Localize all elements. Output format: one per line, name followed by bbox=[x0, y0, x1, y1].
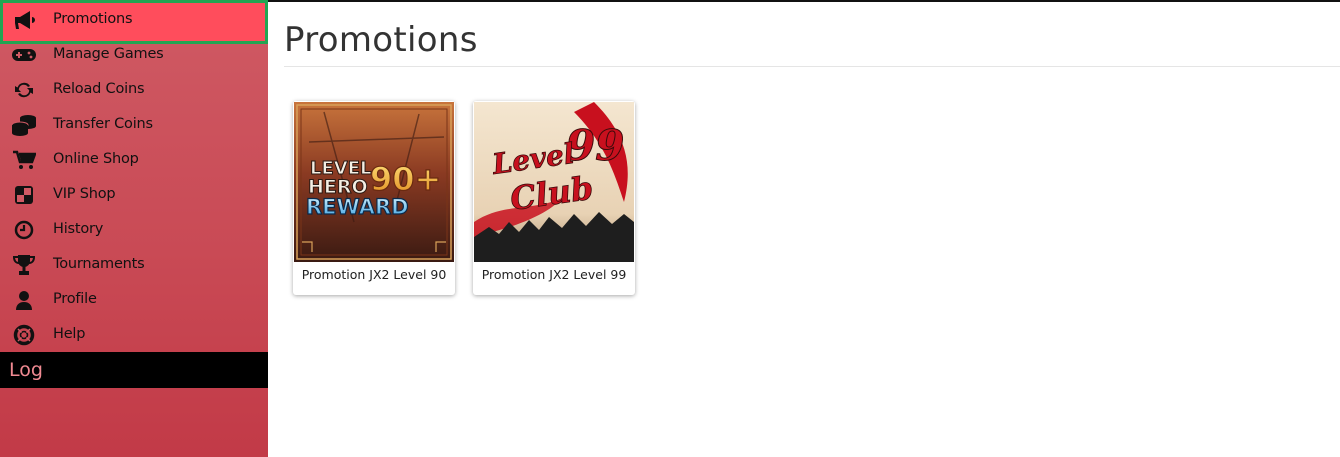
clock-icon bbox=[11, 218, 37, 242]
sidebar: Promotions Manage Games Reload Coins Tra… bbox=[0, 0, 268, 457]
sidebar-item-label: Tournaments bbox=[53, 256, 145, 272]
trophy-icon bbox=[11, 253, 37, 277]
shopping-cart-icon bbox=[11, 148, 37, 172]
page-title: Promotions bbox=[284, 20, 478, 60]
sidebar-item-label: History bbox=[53, 221, 104, 237]
sidebar-item-label: VIP Shop bbox=[53, 186, 116, 202]
sidebar-item-label: Online Shop bbox=[53, 151, 139, 167]
sidebar-item-label: Profile bbox=[53, 291, 97, 307]
sidebar-item-history[interactable]: History bbox=[0, 212, 268, 247]
megaphone-icon bbox=[11, 8, 37, 32]
user-icon bbox=[11, 288, 37, 312]
promotion-card-level-90[interactable]: LEVEL HERO 90+ REWARD Promotion JX2 Leve… bbox=[293, 101, 455, 295]
refresh-icon bbox=[11, 78, 37, 102]
sidebar-item-manage-games[interactable]: Manage Games bbox=[0, 37, 268, 72]
card-caption: Promotion JX2 Level 99 bbox=[481, 267, 627, 282]
promotion-card-level-99[interactable]: 99 Level Club Promotion JX2 Level 99 bbox=[473, 101, 635, 295]
life-ring-icon bbox=[11, 323, 37, 347]
title-divider bbox=[284, 66, 1340, 67]
promotion-image-level-99: 99 Level Club bbox=[474, 102, 634, 262]
coins-icon bbox=[11, 113, 37, 137]
sidebar-item-transfer-coins[interactable]: Transfer Coins bbox=[0, 107, 268, 142]
sidebar-item-label: Promotions bbox=[53, 11, 133, 27]
image-text-number: 90+ bbox=[370, 160, 441, 198]
log-label: Log bbox=[9, 359, 43, 381]
checkered-square-icon bbox=[11, 183, 37, 207]
sidebar-item-label: Transfer Coins bbox=[53, 116, 153, 132]
top-border bbox=[268, 0, 1340, 2]
sidebar-item-profile[interactable]: Profile bbox=[0, 282, 268, 317]
sidebar-item-online-shop[interactable]: Online Shop bbox=[0, 142, 268, 177]
image-text-reward: REWARD bbox=[306, 195, 409, 219]
gamepad-icon bbox=[11, 43, 37, 67]
sidebar-item-vip-shop[interactable]: VIP Shop bbox=[0, 177, 268, 212]
log-bar[interactable]: Log bbox=[0, 352, 268, 388]
sidebar-item-label: Reload Coins bbox=[53, 81, 145, 97]
promotion-image-level-90: LEVEL HERO 90+ REWARD bbox=[294, 102, 454, 262]
sidebar-item-reload-coins[interactable]: Reload Coins bbox=[0, 72, 268, 107]
sidebar-item-label: Manage Games bbox=[53, 46, 164, 62]
sidebar-item-label: Help bbox=[53, 326, 86, 342]
sidebar-item-tournaments[interactable]: Tournaments bbox=[0, 247, 268, 282]
sidebar-item-help[interactable]: Help bbox=[0, 317, 268, 352]
card-caption: Promotion JX2 Level 90 bbox=[301, 267, 447, 282]
